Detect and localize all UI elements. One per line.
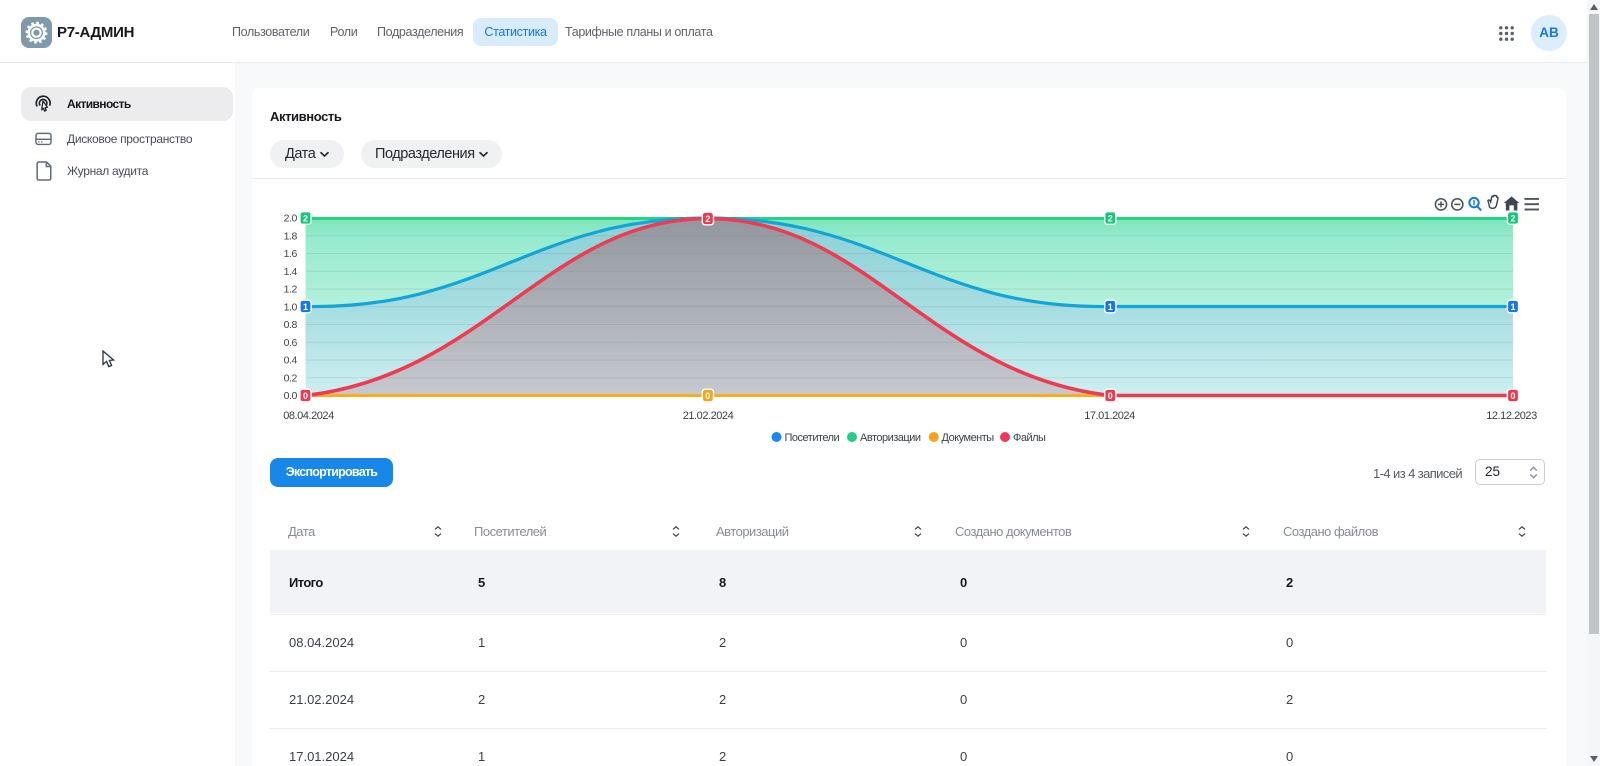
svg-text:1: 1	[303, 302, 308, 312]
svg-text:0.8: 0.8	[284, 319, 298, 331]
svg-text:17.01.2024: 17.01.2024	[1084, 410, 1135, 422]
svg-text:0.6: 0.6	[284, 337, 298, 349]
svg-text:2: 2	[1108, 213, 1113, 223]
svg-text:0.2: 0.2	[284, 372, 298, 384]
svg-text:2: 2	[705, 214, 710, 224]
svg-text:1.0: 1.0	[284, 301, 298, 313]
svg-text:Посетители: Посетители	[785, 432, 840, 444]
svg-text:1.2: 1.2	[284, 284, 298, 296]
svg-text:1.4: 1.4	[284, 266, 298, 278]
svg-text:2.0: 2.0	[284, 213, 298, 225]
svg-text:0: 0	[705, 391, 710, 401]
svg-text:0.4: 0.4	[284, 355, 298, 367]
svg-text:2: 2	[303, 213, 308, 223]
svg-text:21.02.2024: 21.02.2024	[683, 410, 734, 422]
svg-text:Файлы: Файлы	[1013, 432, 1046, 444]
svg-text:1.8: 1.8	[284, 230, 298, 242]
svg-text:1: 1	[1108, 302, 1113, 312]
svg-text:0: 0	[1108, 391, 1113, 401]
svg-text:1.6: 1.6	[284, 248, 298, 260]
svg-text:1: 1	[1510, 302, 1515, 312]
svg-text:2: 2	[1510, 213, 1515, 223]
svg-text:Авторизации: Авторизации	[860, 432, 921, 444]
svg-text:08.04.2024: 08.04.2024	[283, 410, 334, 422]
svg-text:0.0: 0.0	[284, 390, 298, 402]
svg-text:Документы: Документы	[942, 432, 995, 444]
svg-text:0: 0	[1510, 391, 1515, 401]
svg-text:0: 0	[303, 391, 308, 401]
svg-text:12.12.2023: 12.12.2023	[1486, 410, 1537, 422]
